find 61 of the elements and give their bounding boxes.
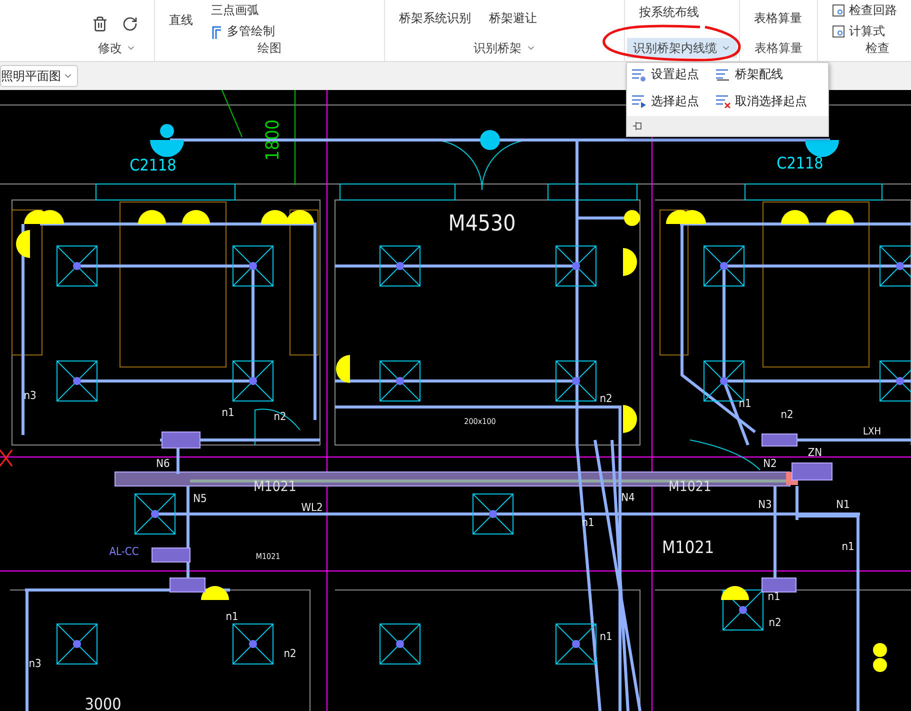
drawing-label: n2 (274, 410, 286, 423)
group-label[interactable]: 绘图 (252, 38, 288, 58)
drawing-label: n1 (768, 590, 780, 603)
check-tool[interactable]: 计算式 (830, 23, 899, 40)
formula-icon (832, 4, 845, 17)
ribbon-tool[interactable]: 按系统布线 (637, 4, 701, 21)
drawing-label: n2 (600, 392, 612, 405)
drawing-label: n1 (842, 540, 854, 553)
drawing-label: 200x100 (464, 416, 496, 426)
drawing-label: n2 (768, 616, 782, 629)
pin-icon[interactable] (631, 120, 643, 132)
drawing-label: M1021 (256, 552, 280, 561)
drawing-label: 3000 (84, 694, 122, 711)
group-label[interactable]: 识别桥架内线缆 (627, 38, 737, 58)
rotate-icon[interactable] (122, 16, 138, 32)
drawing-label: WL2 (301, 500, 323, 514)
list-icon (715, 94, 731, 108)
drawing-label: 1800 (262, 119, 284, 161)
delete-icon[interactable] (92, 16, 108, 32)
check-tool[interactable]: 检查回路 (830, 2, 899, 19)
drawing-label: M4530 (448, 212, 516, 237)
drawing-label: n3 (24, 388, 36, 402)
drawing-label: n2 (780, 408, 794, 421)
drawing-label: C2118 (776, 154, 824, 173)
draw-tool[interactable]: 三点画弧 (209, 2, 277, 19)
ribbon-tool[interactable]: 桥架系统识别 (397, 10, 473, 27)
drawing-label: LXH (863, 426, 881, 438)
formula-icon (832, 25, 845, 38)
menu-item[interactable]: 桥架配线 (715, 65, 824, 84)
drawing-label: N2 (763, 456, 777, 470)
group-label[interactable]: 修改 (92, 38, 142, 58)
drawing-label: n3 (28, 656, 42, 670)
drawing-label: n1 (226, 610, 238, 623)
drawing-label: N1 (836, 498, 850, 511)
list-icon (631, 94, 647, 108)
drawing-label: AL-CC (109, 544, 139, 558)
drawing-label: N6 (156, 456, 170, 470)
pipe-icon (211, 24, 223, 38)
line-tool[interactable]: 直线 (167, 12, 195, 29)
drawing-label: N3 (758, 498, 772, 511)
drawing-label: C2118 (130, 156, 176, 175)
group-label[interactable]: 检查 (860, 38, 896, 58)
drawing-label: n1 (222, 406, 234, 419)
drawing-label: n1 (600, 630, 612, 643)
ribbon-tool[interactable]: 桥架避让 (487, 10, 539, 27)
drawing-label: N4 (621, 490, 635, 504)
draw-tool[interactable]: 多管绘制 (209, 23, 277, 40)
drawing-label: M1021 (662, 538, 714, 558)
drawing-label: n1 (738, 396, 752, 410)
drawing-label: ZN (808, 446, 822, 459)
list-icon (631, 68, 647, 82)
group-label[interactable]: 表格算量 (748, 38, 808, 58)
group-label[interactable]: 识别桥架 (468, 38, 542, 58)
floor-select[interactable]: 照明平面图 (0, 65, 78, 87)
drawing-label: n2 (284, 646, 296, 660)
ribbon-tool[interactable]: 表格算量 (752, 10, 804, 27)
menu-item[interactable]: 设置起点 (631, 65, 715, 84)
drawing-label: N5 (193, 492, 207, 505)
list-icon (715, 68, 731, 82)
menu-item[interactable]: 选择起点 (631, 92, 715, 110)
menu-item[interactable]: 取消选择起点 (715, 92, 824, 110)
